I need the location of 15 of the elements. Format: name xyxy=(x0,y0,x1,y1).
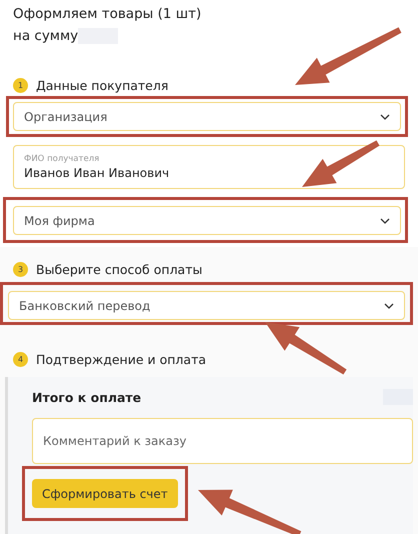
comment-field[interactable]: Комментарий к заказу xyxy=(32,418,413,464)
step-title: Выберите способ оплаты xyxy=(36,262,202,276)
step-number-badge: 4 xyxy=(13,352,28,366)
step-title: Данные покупателя xyxy=(36,78,168,92)
total-label: Итого к оплате xyxy=(32,390,142,404)
select-field[interactable]: Моя фирма xyxy=(13,206,401,235)
order-heading: Оформляем товары (1 шт) xyxy=(13,5,202,24)
submit-button[interactable]: Сформировать счет xyxy=(32,479,178,508)
select-field[interactable]: Банковский перевод xyxy=(8,291,405,320)
input-field[interactable]: ФИО получателя Иванов Иван Иванович xyxy=(13,145,405,189)
step-number-badge: 3 xyxy=(13,262,28,276)
select-field[interactable]: Организация xyxy=(13,102,401,131)
step-title: Подтверждение и оплата xyxy=(36,352,206,366)
step-number-badge: 1 xyxy=(13,78,28,92)
order-total-label: на сумму xyxy=(13,27,78,46)
